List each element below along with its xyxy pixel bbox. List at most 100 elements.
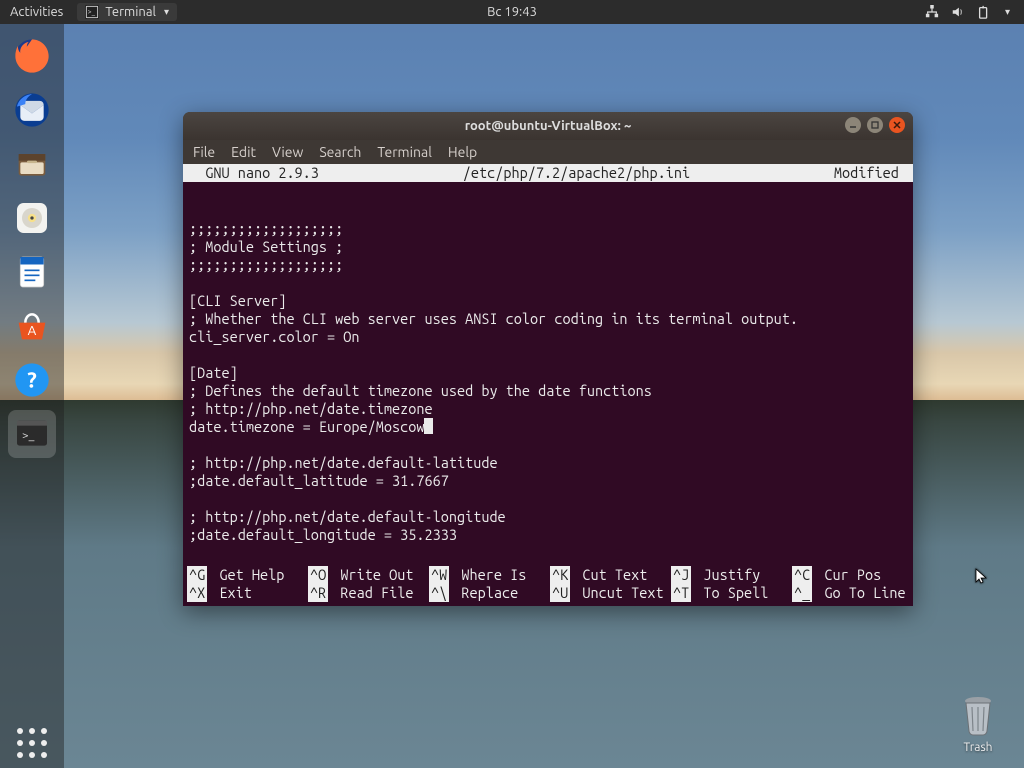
chevron-down-icon: ▾ <box>1005 6 1010 18</box>
nano-line: ; http://php.net/date.timezone <box>189 400 907 418</box>
terminal-menubar: File Edit View Search Terminal Help <box>183 140 913 164</box>
activities-button[interactable]: Activities <box>10 5 63 19</box>
nano-line <box>189 184 907 202</box>
nano-shortcut-label: Justify <box>695 566 760 584</box>
nano-shortcut-key: ^G <box>187 566 207 584</box>
text-cursor <box>424 418 433 434</box>
nano-shortcut: ^U Uncut Text <box>550 584 667 602</box>
nano-shortcut: ^T To Spell <box>671 584 788 602</box>
nano-line: ; Whether the CLI web server uses ANSI c… <box>189 310 907 328</box>
nano-shortcut-key: ^J <box>671 566 691 584</box>
dock-writer[interactable] <box>8 248 56 296</box>
trash-label: Trash <box>954 741 1002 754</box>
nano-line: ; http://php.net/date.default-latitude <box>189 454 907 472</box>
dock-rhythmbox[interactable] <box>8 194 56 242</box>
nano-shortcut: ^G Get Help <box>187 566 304 584</box>
nano-line: date.timezone = Europe/Moscow <box>189 418 907 436</box>
nano-shortcut-key: ^T <box>671 584 691 602</box>
menu-terminal[interactable]: Terminal <box>377 144 432 160</box>
nano-shortcut-label: To Spell <box>695 584 768 602</box>
nano-line: ; Module Settings ; <box>189 238 907 256</box>
nano-footer: ^G Get Help^O Write Out^W Where Is^K Cut… <box>183 566 913 606</box>
nano-shortcut: ^X Exit <box>187 584 304 602</box>
terminal-small-icon: >_ <box>85 5 99 19</box>
nano-shortcut-label: Where Is <box>453 566 526 584</box>
window-minimize-button[interactable] <box>845 117 861 133</box>
nano-shortcut: ^R Read File <box>308 584 425 602</box>
gnome-topbar: Activities >_ Terminal ▾ Bc 19:43 ▾ <box>0 0 1024 24</box>
nano-line <box>189 436 907 454</box>
power-menu-icon[interactable] <box>977 5 991 19</box>
nano-shortcut-label: Write Out <box>332 566 413 584</box>
terminal-body[interactable]: GNU nano 2.9.3 /etc/php/7.2/apache2/php.… <box>183 164 913 606</box>
nano-shortcut-key: ^K <box>550 566 570 584</box>
nano-app-version: GNU nano 2.9.3 <box>189 164 319 182</box>
nano-shortcut-label: Cur Pos <box>816 566 881 584</box>
maximize-icon <box>870 120 880 130</box>
terminal-window: root@ubuntu-VirtualBox: ~ File Edit View… <box>183 112 913 606</box>
menu-view[interactable]: View <box>272 144 303 160</box>
app-menu[interactable]: >_ Terminal ▾ <box>77 3 177 21</box>
nano-shortcut-key: ^U <box>550 584 570 602</box>
dock-help[interactable]: ? <box>8 356 56 404</box>
app-menu-label: Terminal <box>105 5 156 19</box>
nano-shortcut-key: ^X <box>187 584 207 602</box>
nano-shortcut-key: ^\ <box>429 584 449 602</box>
mouse-cursor <box>975 568 991 588</box>
nano-shortcut: ^\ Replace <box>429 584 546 602</box>
nano-line: ;date.default_longitude = 35.2333 <box>189 526 907 544</box>
nano-shortcut: ^W Where Is <box>429 566 546 584</box>
apps-grid-icon <box>17 728 47 758</box>
menu-edit[interactable]: Edit <box>231 144 256 160</box>
nano-shortcut-label: Go To Line <box>816 584 905 602</box>
dock-firefox[interactable] <box>8 32 56 80</box>
menu-search[interactable]: Search <box>319 144 361 160</box>
menu-file[interactable]: File <box>193 144 215 160</box>
trash-icon <box>954 691 1002 739</box>
nano-line: cli_server.color = On <box>189 328 907 346</box>
nano-shortcut-key: ^O <box>308 566 328 584</box>
nano-shortcut-key: ^C <box>792 566 812 584</box>
nano-line: [CLI Server] <box>189 292 907 310</box>
nano-line: ; http://php.net/date.default-longitude <box>189 508 907 526</box>
window-titlebar[interactable]: root@ubuntu-VirtualBox: ~ <box>183 112 913 140</box>
nano-shortcut-key: ^R <box>308 584 328 602</box>
volume-icon[interactable] <box>951 5 965 19</box>
nano-header: GNU nano 2.9.3 /etc/php/7.2/apache2/php.… <box>183 164 913 182</box>
dock-thunderbird[interactable] <box>8 86 56 134</box>
dock: A ? >_ <box>0 24 64 768</box>
nano-line: ; Defines the default timezone used by t… <box>189 382 907 400</box>
nano-shortcut-label: Cut Text <box>574 566 647 584</box>
nano-editor-area[interactable]: ;;;;;;;;;;;;;;;;;;;; Module Settings ;;;… <box>183 182 913 566</box>
nano-shortcut-label: Replace <box>453 584 518 602</box>
dock-software[interactable]: A <box>8 302 56 350</box>
window-close-button[interactable] <box>889 117 905 133</box>
nano-file-path: /etc/php/7.2/apache2/php.ini <box>319 164 834 182</box>
minimize-icon <box>848 120 858 130</box>
nano-line <box>189 490 907 508</box>
network-icon[interactable] <box>925 5 939 19</box>
svg-text:>_: >_ <box>22 429 35 442</box>
nano-shortcut-label: Uncut Text <box>574 584 663 602</box>
dock-terminal[interactable]: >_ <box>8 410 56 458</box>
nano-shortcut: ^J Justify <box>671 566 788 584</box>
window-maximize-button[interactable] <box>867 117 883 133</box>
nano-shortcut-label: Get Help <box>211 566 284 584</box>
nano-line <box>189 346 907 364</box>
menu-help[interactable]: Help <box>448 144 477 160</box>
show-applications-button[interactable] <box>0 728 64 758</box>
nano-line: ;;;;;;;;;;;;;;;;;;; <box>189 256 907 274</box>
clock[interactable]: Bc 19:43 <box>487 5 537 19</box>
desktop-trash[interactable]: Trash <box>954 691 1002 754</box>
close-icon <box>892 120 902 130</box>
nano-shortcut-key: ^W <box>429 566 449 584</box>
nano-line: ;;;;;;;;;;;;;;;;;;; <box>189 220 907 238</box>
chevron-down-icon: ▾ <box>164 6 169 18</box>
dock-files[interactable] <box>8 140 56 188</box>
nano-line: ;date.default_latitude = 31.7667 <box>189 472 907 490</box>
nano-shortcut-key: ^_ <box>792 584 812 602</box>
nano-status: Modified <box>834 164 907 182</box>
nano-line <box>189 202 907 220</box>
svg-text:>_: >_ <box>88 8 96 16</box>
svg-text:A: A <box>28 323 37 338</box>
